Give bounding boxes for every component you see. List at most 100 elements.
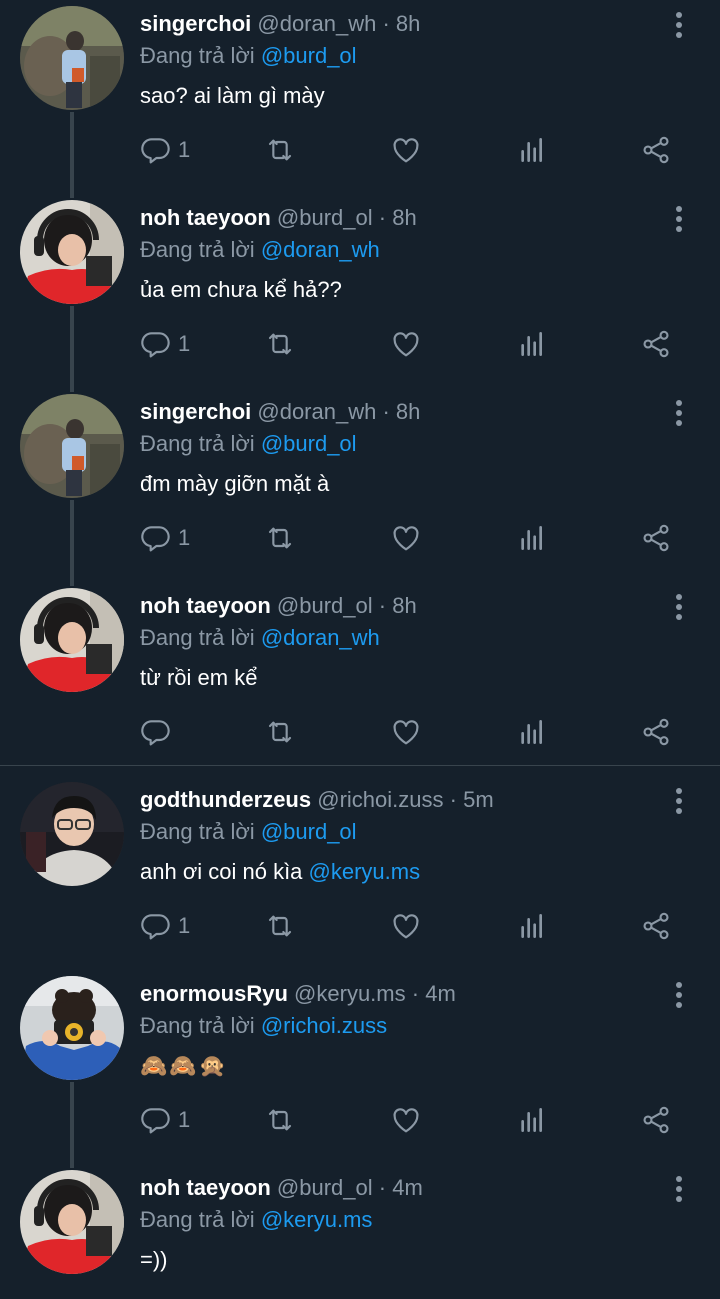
retweet-button[interactable] — [264, 128, 296, 172]
timestamp[interactable]: 8h — [396, 399, 420, 424]
reply-button[interactable] — [140, 710, 178, 754]
tweet[interactable]: noh taeyoon @burd_ol · 8h Đang trả lời @… — [0, 194, 720, 388]
tweet[interactable]: noh taeyoon @burd_ol · 8h Đang trả lời @… — [0, 582, 720, 766]
replying-to-mention[interactable]: @doran_wh — [261, 237, 380, 262]
replying-to: Đang trả lời @burd_ol — [140, 42, 357, 70]
display-name[interactable]: singerchoi — [140, 399, 251, 424]
retweet-button[interactable] — [264, 516, 296, 560]
timestamp[interactable]: 4m — [392, 1175, 423, 1200]
views-button[interactable] — [516, 904, 548, 948]
views-button[interactable] — [516, 516, 548, 560]
display-name[interactable]: godthunderzeus — [140, 787, 311, 812]
tweet-text-mention[interactable]: @keryu.ms — [309, 859, 421, 884]
replying-to-mention[interactable]: @doran_wh — [261, 625, 380, 650]
more-options-button[interactable] — [666, 592, 692, 622]
noh-taeyoon-avatar[interactable] — [20, 588, 124, 692]
share-button[interactable] — [640, 128, 672, 172]
bar-chart-icon — [516, 328, 548, 360]
replying-to-label: Đang trả lời — [140, 625, 255, 650]
username[interactable]: @burd_ol — [277, 1175, 373, 1200]
retweet-icon — [264, 134, 296, 166]
display-name[interactable]: noh taeyoon — [140, 593, 271, 618]
retweet-button[interactable] — [264, 322, 296, 366]
tweet[interactable]: enormousRyu @keryu.ms · 4m Đang trả lời … — [0, 970, 720, 1164]
noh-taeyoon-avatar[interactable] — [20, 1170, 124, 1274]
reply-button[interactable]: 1 — [140, 322, 190, 366]
username[interactable]: @doran_wh — [257, 11, 376, 36]
timestamp[interactable]: 4m — [425, 981, 456, 1006]
tweet-text-body: sao? ai làm gì mày — [140, 83, 325, 108]
replying-to-mention[interactable]: @burd_ol — [261, 819, 357, 844]
share-button[interactable] — [640, 1098, 672, 1142]
share-button[interactable] — [640, 516, 672, 560]
display-name[interactable]: noh taeyoon — [140, 205, 271, 230]
timestamp[interactable]: 5m — [463, 787, 494, 812]
like-button[interactable] — [390, 322, 422, 366]
timestamp[interactable]: 8h — [396, 11, 420, 36]
heart-icon — [390, 522, 422, 554]
more-options-button[interactable] — [666, 980, 692, 1010]
username[interactable]: @burd_ol — [277, 205, 373, 230]
singerchoi-avatar[interactable] — [20, 394, 124, 498]
views-button[interactable] — [516, 322, 548, 366]
username[interactable]: @doran_wh — [257, 399, 376, 424]
timestamp[interactable]: 8h — [392, 593, 416, 618]
reply-button[interactable]: 1 — [140, 1098, 190, 1142]
retweet-button[interactable] — [264, 904, 296, 948]
views-button[interactable] — [516, 1098, 548, 1142]
like-button[interactable] — [390, 128, 422, 172]
enormousryu-avatar[interactable] — [20, 976, 124, 1080]
retweet-button[interactable] — [264, 1098, 296, 1142]
heart-icon — [390, 328, 422, 360]
timestamp[interactable]: 8h — [392, 205, 416, 230]
replying-to-mention[interactable]: @burd_ol — [261, 431, 357, 456]
like-button[interactable] — [390, 904, 422, 948]
username[interactable]: @burd_ol — [277, 593, 373, 618]
tweet[interactable]: noh taeyoon @burd_ol · 4m Đang trả lời @… — [0, 1164, 720, 1299]
godthunderzeus-avatar[interactable] — [20, 782, 124, 886]
replying-to-mention[interactable]: @richoi.zuss — [261, 1013, 387, 1038]
like-button[interactable] — [390, 1098, 422, 1142]
more-options-button[interactable] — [666, 398, 692, 428]
more-options-button[interactable] — [666, 1174, 692, 1204]
replying-to-mention[interactable]: @burd_ol — [261, 43, 357, 68]
replying-to: Đang trả lời @keryu.ms — [140, 1206, 372, 1234]
like-button[interactable] — [390, 516, 422, 560]
reply-count: 1 — [178, 1107, 191, 1132]
display-name[interactable]: singerchoi — [140, 11, 251, 36]
replying-to-label: Đang trả lời — [140, 431, 255, 456]
retweet-button[interactable] — [264, 710, 296, 754]
more-options-button[interactable] — [666, 786, 692, 816]
tweet[interactable]: godthunderzeus @richoi.zuss · 5m Đang tr… — [0, 776, 720, 970]
tweet[interactable]: singerchoi @doran_wh · 8h Đang trả lời @… — [0, 0, 720, 194]
retweet-icon — [264, 328, 296, 360]
share-icon — [640, 716, 672, 748]
replying-to-mention[interactable]: @keryu.ms — [261, 1207, 373, 1232]
display-name[interactable]: noh taeyoon — [140, 1175, 271, 1200]
share-button[interactable] — [640, 904, 672, 948]
reply-button[interactable]: 1 — [140, 516, 190, 560]
username[interactable]: @richoi.zuss — [317, 787, 443, 812]
reply-button[interactable]: 1 — [140, 128, 190, 172]
noh-taeyoon-avatar[interactable] — [20, 200, 124, 304]
views-button[interactable] — [516, 128, 548, 172]
more-options-button[interactable] — [666, 10, 692, 40]
username[interactable]: @keryu.ms — [294, 981, 406, 1006]
replying-to: Đang trả lời @burd_ol — [140, 818, 357, 846]
tweet[interactable]: singerchoi @doran_wh · 8h Đang trả lời @… — [0, 388, 720, 582]
reply-button[interactable]: 1 — [140, 904, 190, 948]
singerchoi-avatar[interactable] — [20, 6, 124, 110]
share-button[interactable] — [640, 710, 672, 754]
display-name[interactable]: enormousRyu — [140, 981, 288, 1006]
views-button[interactable] — [516, 710, 548, 754]
reply-icon — [140, 1104, 172, 1136]
like-button[interactable] — [390, 710, 422, 754]
tweet-text-body: =)) — [140, 1247, 168, 1272]
more-options-button[interactable] — [666, 204, 692, 234]
heart-icon — [390, 910, 422, 942]
reply-icon — [140, 716, 172, 748]
share-button[interactable] — [640, 322, 672, 366]
more-icon — [666, 398, 692, 428]
tweet-header: noh taeyoon @burd_ol · 8h — [140, 204, 660, 232]
retweet-icon — [264, 1104, 296, 1136]
